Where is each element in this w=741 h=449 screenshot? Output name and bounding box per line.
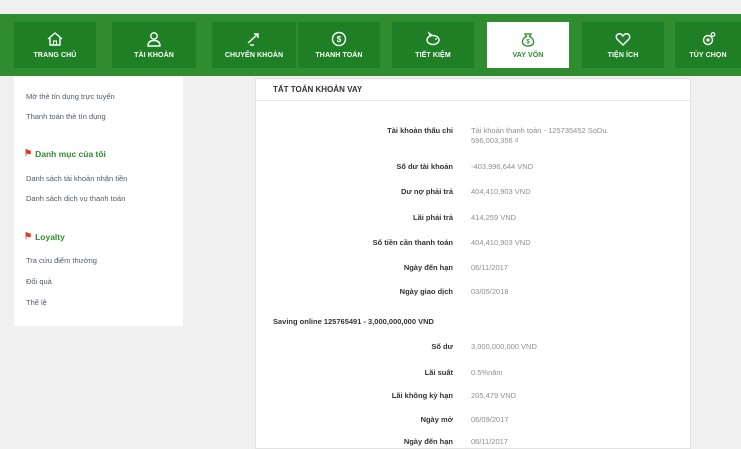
sidebar-link-reward-points[interactable]: Tra cứu điểm thưởng	[26, 256, 97, 265]
info-label: Ngày đến hạn	[403, 263, 453, 272]
info-label: Số dư tài khoản	[396, 162, 453, 171]
info-value: Tài khoản thanh toán - 125735452 SoDu. 5…	[471, 126, 609, 146]
info-value: 0.5%năm	[471, 368, 503, 377]
tab-home[interactable]: TRANG CHỦ	[14, 22, 96, 68]
tab-label: VAY VỐN	[512, 52, 544, 59]
sidebar-link-beneficiary-accounts[interactable]: Danh sách tài khoản nhận tiền	[26, 174, 127, 183]
info-value: 404,410,903 VND	[471, 187, 531, 196]
info-value: -403,996,644 VND	[471, 162, 534, 171]
info-label: Dư nợ phải trả	[400, 187, 453, 196]
info-label: Lãi không kỳ hạn	[391, 391, 453, 400]
sidebar-heading-label: Danh mục của tôi	[35, 148, 106, 159]
flag-icon: ⚑	[24, 148, 33, 158]
tab-utilities[interactable]: TIỆN ÍCH	[582, 22, 664, 68]
flag-icon: ⚑	[24, 231, 33, 241]
info-label: Tài khoản thấu chi	[387, 126, 453, 135]
sidebar-link-terms[interactable]: Thể lệ	[26, 298, 47, 307]
info-value: 06/11/2017	[471, 263, 508, 272]
sidebar: Mở thẻ tín dụng trực tuyến Thanh toán th…	[14, 76, 183, 326]
panel-title: TẤT TOÁN KHOẢN VAY	[256, 79, 690, 101]
info-value: 06/11/2017	[471, 437, 508, 446]
tab-loans[interactable]: $ VAY VỐN	[487, 22, 569, 68]
money-bag-icon: $	[521, 33, 535, 47]
info-label: Lãi phải trả	[412, 213, 453, 222]
tab-transfer[interactable]: CHUYỂN KHOẢN	[212, 22, 296, 68]
user-icon	[147, 32, 161, 47]
dollar-coin-icon: $	[331, 31, 347, 47]
tab-label: TÙY CHỌN	[689, 52, 727, 59]
tab-label: CHUYỂN KHOẢN	[224, 52, 284, 59]
tab-label: THANH TOÁN	[315, 52, 363, 59]
info-label: Số tiền cần thanh toán	[372, 238, 453, 247]
tab-label: TÀI KHOẢN	[134, 52, 174, 59]
svg-text:$: $	[337, 35, 342, 44]
transfer-icon	[247, 33, 259, 46]
info-value: 404,410,903 VND	[471, 238, 531, 247]
info-label: Ngày mở	[420, 415, 453, 424]
info-label: Số dư	[431, 342, 453, 351]
svg-text:$: $	[526, 40, 530, 46]
info-label: Lãi suất	[424, 368, 453, 377]
balance-line: 596,003,356 ₫	[471, 136, 519, 145]
saving-account-title: Saving online 125765491 - 3,000,000,000 …	[273, 317, 434, 326]
tab-savings[interactable]: TIẾT KIỆM	[392, 22, 474, 68]
sidebar-heading-my-list: ⚑ Danh mục của tôi	[24, 148, 106, 159]
info-value: 03/05/2018	[471, 287, 509, 296]
sidebar-link-redeem-gifts[interactable]: Đổi quà	[26, 277, 52, 286]
tab-payment[interactable]: $ THANH TOÁN	[298, 22, 380, 68]
info-label: Ngày giao dịch	[399, 287, 453, 296]
tab-label: TRANG CHỦ	[33, 52, 77, 59]
sidebar-link-open-credit-card[interactable]: Mở thẻ tín dụng trực tuyến	[26, 92, 115, 101]
tab-options[interactable]: TÙY CHỌN	[675, 22, 741, 68]
loan-settlement-panel: TẤT TOÁN KHOẢN VAY Tài khoản thấu chi Tà…	[255, 78, 691, 449]
home-icon	[47, 32, 63, 46]
info-label: Ngày đến hạn	[403, 437, 453, 446]
tab-accounts[interactable]: TÀI KHOẢN	[112, 22, 196, 68]
info-value: 205,479 VND	[471, 391, 517, 400]
heart-icon	[615, 33, 631, 46]
info-value: 414,259 VND	[471, 213, 517, 222]
piggy-bank-icon	[426, 31, 440, 46]
info-value: 3,000,000,000 VND	[471, 342, 537, 351]
account-line: Tài khoản thanh toán - 125735452 SoDu.	[471, 126, 609, 135]
sidebar-link-payment-services[interactable]: Danh sách dịch vụ thanh toán	[26, 194, 125, 203]
sidebar-heading-loyalty: ⚑ Loyalty	[24, 231, 65, 242]
settings-icon	[702, 32, 716, 46]
sidebar-link-pay-credit-card[interactable]: Thanh toán thẻ tín dụng	[26, 112, 106, 121]
main-navigation: TRANG CHỦ TÀI KHOẢN CHUYỂN KHOẢN $ THANH…	[0, 14, 741, 76]
sidebar-heading-label: Loyalty	[35, 231, 65, 242]
tab-label: TIẾT KIỆM	[415, 52, 451, 59]
tab-label: TIỆN ÍCH	[607, 52, 639, 59]
info-value: 06/09/2017	[471, 415, 509, 424]
